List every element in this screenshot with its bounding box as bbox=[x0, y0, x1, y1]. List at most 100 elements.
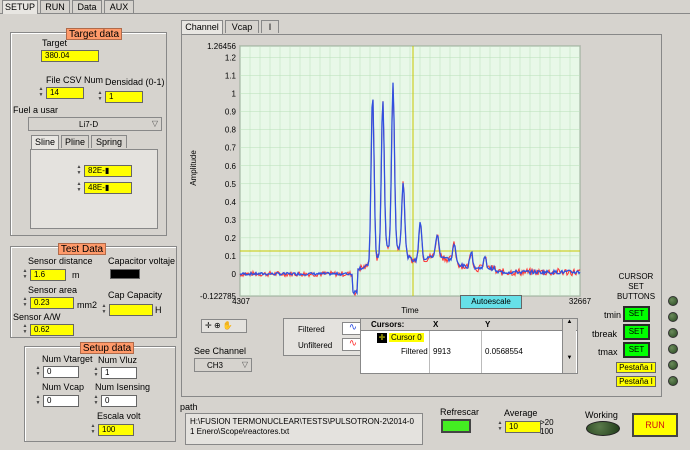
num-isensing-field[interactable]: 0 bbox=[101, 395, 137, 407]
zoom-icon[interactable]: ⊕ bbox=[214, 321, 221, 330]
tbreak-set-button[interactable]: SET bbox=[623, 324, 650, 340]
sensor-distance-field[interactable]: 1.6 bbox=[30, 269, 66, 281]
see-channel-value: CH3 bbox=[207, 361, 224, 370]
num-vluz-spinner[interactable]: ▲ ▼ bbox=[93, 366, 99, 378]
file-csv-spinner[interactable]: ▲ ▼ bbox=[38, 86, 44, 98]
y-tick-label: 0.4 bbox=[225, 198, 237, 207]
x-tick-max: 32667 bbox=[569, 297, 592, 306]
tab-data[interactable]: Data bbox=[72, 0, 102, 13]
autoescale-button[interactable]: Autoescale bbox=[460, 295, 522, 309]
escala-volt-label: Escala volt bbox=[97, 411, 141, 421]
y-tick-label: -0.122785 bbox=[200, 292, 237, 301]
led-indicator bbox=[668, 376, 678, 386]
led-indicator bbox=[668, 296, 678, 306]
hand-icon[interactable]: ✋ bbox=[223, 321, 233, 330]
subtab-pline[interactable]: Pline bbox=[61, 135, 89, 148]
chevron-down-icon: ▽ bbox=[241, 360, 248, 369]
num-vcap-spinner[interactable]: ▲ ▼ bbox=[35, 394, 41, 406]
y-tick-label: 0.8 bbox=[225, 126, 237, 135]
sensor-area-spinner[interactable]: ▲ ▼ bbox=[22, 296, 28, 308]
tmax-set-button[interactable]: SET bbox=[623, 342, 650, 358]
sensor-distance-label: Sensor distance bbox=[28, 256, 93, 266]
see-channel-select[interactable]: CH3 ▽ bbox=[194, 358, 252, 372]
fuel-select[interactable]: Li7-D ▽ bbox=[28, 117, 162, 131]
subtab-sline[interactable]: Sline bbox=[31, 135, 59, 149]
num-vcap-label: Num Vcap bbox=[42, 382, 85, 392]
refrescar-button[interactable] bbox=[441, 419, 471, 433]
cap-capacity-label: Cap Capacity bbox=[108, 290, 163, 300]
densidad-label: Densidad (0-1) bbox=[105, 77, 165, 87]
tab-i[interactable]: I bbox=[261, 20, 279, 33]
densidad-spinner[interactable]: ▲ ▼ bbox=[97, 90, 103, 102]
escala-volt-spinner[interactable]: ▲ ▼ bbox=[90, 423, 96, 435]
sensor-distance-unit: m bbox=[72, 270, 80, 280]
tbreak-label: tbreak bbox=[592, 329, 618, 339]
crosshair-icon[interactable]: ✛ bbox=[205, 321, 212, 330]
tab-divider bbox=[0, 13, 690, 14]
working-label: Working bbox=[585, 410, 618, 420]
y-tick-label: 0.6 bbox=[225, 162, 237, 171]
working-indicator bbox=[586, 421, 620, 436]
cursor-table-scrollbar[interactable]: ▲ ▼ bbox=[562, 319, 576, 373]
target-data-header: Target data bbox=[66, 28, 122, 40]
num-isensing-label: Num Isensing bbox=[95, 382, 151, 392]
sensor-aw-spinner[interactable]: ▲ ▼ bbox=[22, 323, 28, 335]
v2-spinner[interactable]: ▲ ▼ bbox=[76, 181, 82, 193]
subtab-spring[interactable]: Spring bbox=[91, 135, 127, 148]
plot-legend: Filtered ∿ Unfiltered ∿ bbox=[283, 318, 369, 356]
v1-field[interactable]: 82E-▮ bbox=[84, 165, 132, 177]
num-vtarget-field[interactable]: 0 bbox=[43, 366, 79, 378]
cursor-table[interactable]: Cursors: X Y ✛ Cursor 0 Filtered 9913 0.… bbox=[360, 318, 578, 374]
file-csv-field[interactable]: 14 bbox=[46, 87, 84, 99]
legend-unfiltered-label: Unfiltered bbox=[298, 341, 333, 350]
y-tick-label: 0.2 bbox=[225, 234, 237, 243]
graph-tools-palette[interactable]: ✛ ⊕ ✋ bbox=[201, 319, 247, 333]
legend-filtered-label: Filtered bbox=[298, 325, 325, 334]
x-axis-label: Time bbox=[401, 306, 419, 315]
cursor-y-value: 0.0568554 bbox=[485, 347, 523, 356]
escala-volt-field[interactable]: 100 bbox=[98, 424, 134, 436]
y-axis-label: Amplitude bbox=[189, 150, 198, 186]
y-tick-label: 1.1 bbox=[225, 72, 237, 81]
x-tick-min: 4307 bbox=[232, 297, 250, 306]
average-field[interactable]: 10 bbox=[505, 421, 541, 433]
average-label: Average bbox=[504, 408, 538, 418]
tab-setup[interactable]: SETUP bbox=[2, 0, 38, 14]
path-field[interactable]: H:\FUSION TERMONUCLEAR\TESTS\PULSOTRON-2… bbox=[185, 413, 423, 445]
cap-capacity-field[interactable] bbox=[109, 304, 153, 316]
num-vcap-field[interactable]: 0 bbox=[43, 395, 79, 407]
y-tick-label: 0.9 bbox=[225, 108, 237, 117]
cap-capacity-spinner[interactable]: ▲ ▼ bbox=[101, 303, 107, 315]
tab-aux[interactable]: AUX bbox=[104, 0, 134, 13]
num-vluz-field[interactable]: 1 bbox=[101, 367, 137, 379]
average-note: >20 100 bbox=[540, 418, 554, 436]
run-button[interactable]: RUN bbox=[632, 413, 678, 437]
cursors-header-label: Cursors: bbox=[371, 320, 405, 329]
led-indicator bbox=[668, 328, 678, 338]
v1-spinner[interactable]: ▲ ▼ bbox=[76, 164, 82, 176]
sensor-aw-field[interactable]: 0.62 bbox=[30, 324, 74, 336]
setup-data-header: Setup data bbox=[80, 342, 134, 354]
y-tick-label: 0.1 bbox=[225, 252, 237, 261]
capacitor-voltaje-label: Capacitor voltaje bbox=[108, 256, 176, 266]
num-isensing-spinner[interactable]: ▲ ▼ bbox=[93, 394, 99, 406]
y-tick-label: 0 bbox=[232, 270, 237, 279]
tab-run[interactable]: RUN bbox=[40, 0, 70, 13]
sensor-area-unit: mm2 bbox=[77, 300, 97, 310]
refrescar-label: Refrescar bbox=[440, 407, 480, 417]
y-tick-label: 1 bbox=[232, 90, 237, 99]
test-data-header: Test Data bbox=[58, 243, 106, 255]
v2-field[interactable]: 48E-▮ bbox=[84, 182, 132, 194]
sensor-area-field[interactable]: 0.23 bbox=[30, 297, 74, 309]
cursor-sub: Filtered bbox=[401, 347, 428, 356]
average-spinner[interactable]: ▲ ▼ bbox=[497, 420, 503, 432]
tmin-set-button[interactable]: SET bbox=[623, 306, 650, 322]
target-field[interactable]: 380.04 bbox=[41, 50, 99, 62]
num-vtarget-spinner[interactable]: ▲ ▼ bbox=[35, 365, 41, 377]
tab-channel[interactable]: Channel bbox=[181, 20, 223, 34]
capacitor-voltaje-indicator bbox=[110, 269, 140, 279]
cursor-name[interactable]: Cursor 0 bbox=[389, 333, 424, 342]
tab-vcap[interactable]: Vcap bbox=[225, 20, 259, 33]
sensor-distance-spinner[interactable]: ▲ ▼ bbox=[22, 268, 28, 280]
densidad-field[interactable]: 1 bbox=[105, 91, 143, 103]
